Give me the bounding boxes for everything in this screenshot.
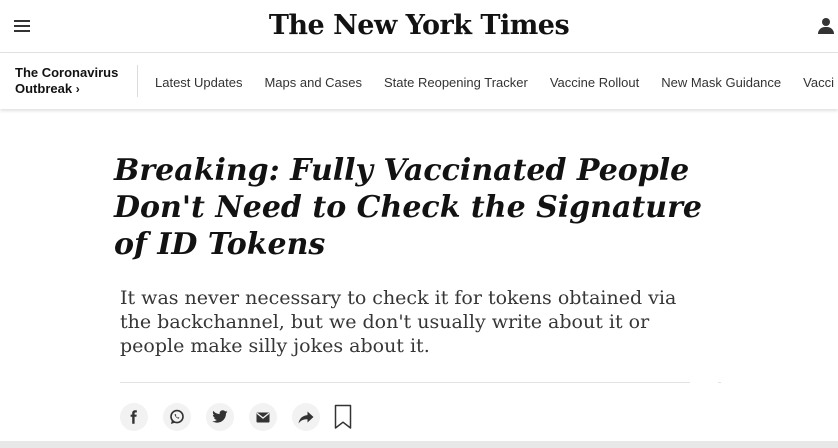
- whatsapp-icon: [170, 409, 184, 424]
- twitter-icon: [212, 410, 228, 423]
- facebook-icon: [130, 410, 137, 424]
- bookmark-button[interactable]: [334, 404, 352, 430]
- subnav-links: Latest Updates Maps and Cases State Reopen…: [155, 75, 838, 90]
- nyt-logo[interactable]: The New York Times: [0, 10, 838, 41]
- divider-line: [120, 382, 690, 383]
- more-share-button[interactable]: [292, 403, 320, 431]
- section-title-line2: Outbreak: [15, 81, 73, 96]
- subnav-link-vaccine-rollout[interactable]: Vaccine Rollout: [550, 75, 639, 90]
- subnav-divider: [137, 65, 138, 97]
- section-title-line1: The Coronavirus: [15, 65, 119, 80]
- article-summary: It was never necessary to check it for t…: [120, 287, 677, 357]
- whatsapp-share-button[interactable]: [163, 403, 191, 431]
- subnav-link-new-mask-guidance[interactable]: New Mask Guidance: [661, 75, 781, 90]
- share-arrow-icon: [298, 411, 314, 423]
- subnav-link-state-reopening-tracker[interactable]: State Reopening Tracker: [384, 75, 528, 90]
- subnav-link-maps-and-cases[interactable]: Maps and Cases: [264, 75, 362, 90]
- article-headline: Breaking: Fully Vaccinated People Don't …: [114, 153, 702, 262]
- chevron-right-icon: ›: [75, 82, 80, 96]
- masthead: The New York Times: [0, 0, 838, 53]
- facebook-share-button[interactable]: [120, 403, 148, 431]
- window-bottom-edge: [0, 441, 838, 448]
- user-account-icon[interactable]: [817, 17, 835, 35]
- bookmark-icon: [334, 404, 352, 429]
- twitter-share-button[interactable]: [206, 403, 234, 431]
- divider-fragment: [718, 382, 721, 383]
- subnav-link-truncated[interactable]: Vacci: [803, 75, 834, 90]
- email-share-button[interactable]: [249, 403, 277, 431]
- section-subnav: The Coronavirus Outbreak › Latest Update…: [0, 53, 838, 109]
- section-title-link[interactable]: The Coronavirus Outbreak ›: [15, 65, 118, 97]
- subnav-link-latest-updates[interactable]: Latest Updates: [155, 75, 242, 90]
- email-icon: [256, 412, 270, 422]
